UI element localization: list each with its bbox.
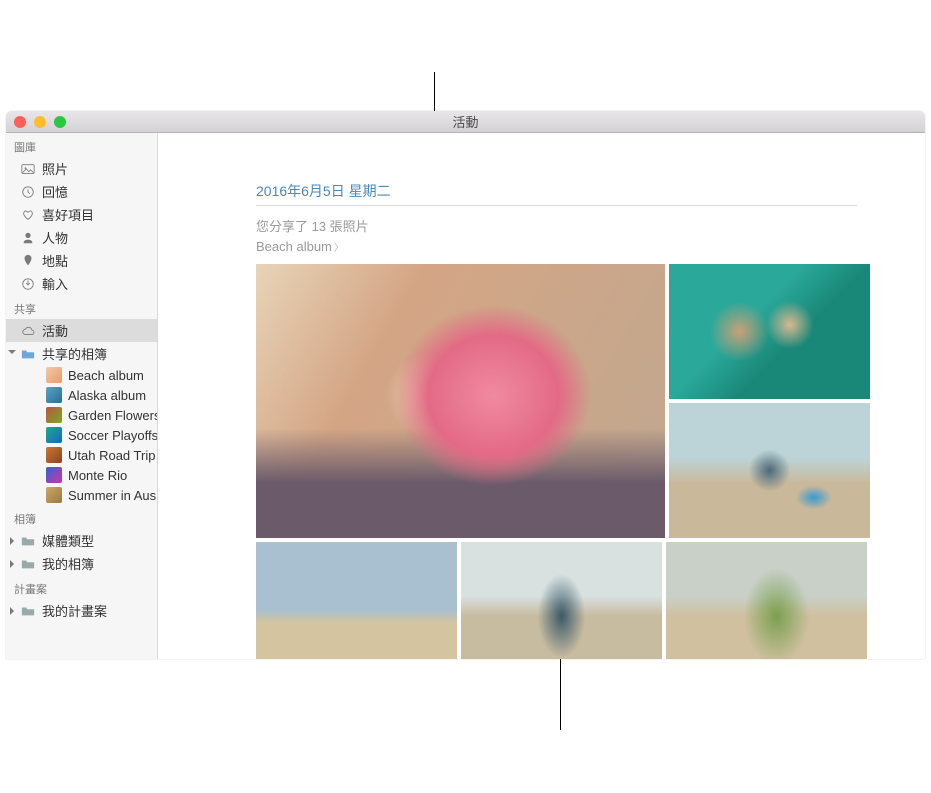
album-thumb-icon — [46, 447, 62, 463]
sidebar-item-media-types[interactable]: 媒體類型 — [6, 529, 157, 552]
sidebar-item-memories[interactable]: 回憶 — [6, 180, 157, 203]
photo-thumbnail[interactable] — [669, 403, 870, 538]
photo-grid-row — [256, 542, 857, 659]
app-window: 活動 圖庫 照片 回憶 喜好項目 人物 地點 — [6, 111, 925, 659]
sidebar-item-shared-albums[interactable]: 共享的相簿 — [6, 342, 157, 365]
callout-line-bottom — [560, 658, 561, 730]
event-subtitle: 您分享了 13 張照片 — [256, 216, 857, 235]
sidebar-album-utah[interactable]: Utah Road Trip — [6, 445, 157, 465]
photo-thumbnail[interactable] — [256, 264, 665, 538]
sidebar-item-my-projects[interactable]: 我的計畫案 — [6, 599, 157, 622]
sidebar-section-projects: 計畫案 — [6, 575, 157, 599]
sidebar-album-garden[interactable]: Garden Flowers — [6, 405, 157, 425]
minimize-button[interactable] — [34, 116, 46, 128]
close-button[interactable] — [14, 116, 26, 128]
import-icon — [20, 276, 36, 292]
album-thumb-icon — [46, 487, 62, 503]
sidebar-album-alaska[interactable]: Alaska album — [6, 385, 157, 405]
sidebar-album-summer[interactable]: Summer in Aus… — [6, 485, 157, 505]
sidebar-item-activity[interactable]: 活動 — [6, 319, 157, 342]
sidebar-item-label: Summer in Aus… — [68, 488, 157, 503]
folder-icon — [20, 533, 36, 549]
cloud-icon — [20, 323, 36, 339]
window-controls — [14, 116, 66, 128]
sidebar-album-monte[interactable]: Monte Rio — [6, 465, 157, 485]
sidebar-item-favorites[interactable]: 喜好項目 — [6, 203, 157, 226]
photo-thumbnail[interactable] — [666, 542, 867, 659]
person-icon — [20, 230, 36, 246]
sidebar-item-label: 照片 — [42, 159, 68, 178]
album-thumb-icon — [46, 427, 62, 443]
sidebar-item-label: Utah Road Trip — [68, 448, 155, 463]
album-thumb-icon — [46, 467, 62, 483]
folder-icon — [20, 346, 36, 362]
photos-icon — [20, 161, 36, 177]
sidebar-album-beach[interactable]: Beach album — [6, 365, 157, 385]
content-area: 2016年6月5日 星期二 您分享了 13 張照片 Beach album 〉 — [158, 133, 925, 659]
fullscreen-button[interactable] — [54, 116, 66, 128]
sidebar-item-label: Garden Flowers — [68, 408, 157, 423]
event-album-link[interactable]: Beach album 〉 — [256, 239, 857, 254]
sidebar-item-photos[interactable]: 照片 — [6, 157, 157, 180]
sidebar-item-label: 輸入 — [42, 274, 68, 293]
sidebar-item-label: 回憶 — [42, 182, 68, 201]
sidebar-item-imports[interactable]: 輸入 — [6, 272, 157, 295]
window-title: 活動 — [452, 112, 478, 131]
album-thumb-icon — [46, 367, 62, 383]
event-date: 2016年6月5日 星期二 — [256, 181, 857, 206]
sidebar-item-label: 喜好項目 — [42, 205, 94, 224]
sidebar-item-label: 地點 — [42, 251, 68, 270]
sidebar-item-label: 我的計畫案 — [42, 601, 107, 620]
sidebar-item-people[interactable]: 人物 — [6, 226, 157, 249]
heart-icon — [20, 207, 36, 223]
event-album-name: Beach album — [256, 239, 332, 254]
sidebar-section-shared: 共享 — [6, 295, 157, 319]
photo-thumbnail[interactable] — [256, 542, 457, 659]
sidebar-item-label: 活動 — [42, 321, 68, 340]
photo-thumbnail[interactable] — [461, 542, 662, 659]
sidebar-section-albums: 相簿 — [6, 505, 157, 529]
sidebar-item-label: 媒體類型 — [42, 531, 94, 550]
sidebar-item-label: 共享的相簿 — [42, 344, 107, 363]
pin-icon — [20, 253, 36, 269]
clock-icon — [20, 184, 36, 200]
sidebar-item-label: Monte Rio — [68, 468, 127, 483]
folder-icon — [20, 556, 36, 572]
sidebar-item-places[interactable]: 地點 — [6, 249, 157, 272]
sidebar-item-label: 我的相簿 — [42, 554, 94, 573]
sidebar-item-my-albums[interactable]: 我的相簿 — [6, 552, 157, 575]
album-thumb-icon — [46, 407, 62, 423]
sidebar-item-label: Beach album — [68, 368, 144, 383]
photo-grid — [256, 264, 857, 538]
album-thumb-icon — [46, 387, 62, 403]
sidebar-item-label: 人物 — [42, 228, 68, 247]
sidebar-album-soccer[interactable]: Soccer Playoffs — [6, 425, 157, 445]
sidebar-item-label: Alaska album — [68, 388, 146, 403]
sidebar-section-library: 圖庫 — [6, 133, 157, 157]
titlebar: 活動 — [6, 111, 925, 133]
sidebar: 圖庫 照片 回憶 喜好項目 人物 地點 — [6, 133, 158, 659]
sidebar-item-label: Soccer Playoffs — [68, 428, 157, 443]
chevron-right-icon: 〉 — [334, 239, 344, 254]
photo-thumbnail[interactable] — [669, 264, 870, 399]
folder-icon — [20, 603, 36, 619]
